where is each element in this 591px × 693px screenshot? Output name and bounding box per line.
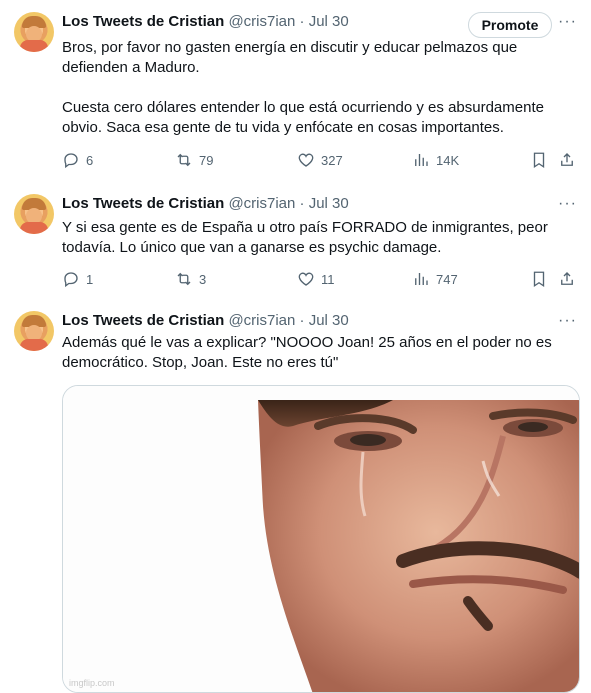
tweet-header: Los Tweets de Cristian @cris7ian · Jul 3…	[62, 311, 349, 331]
author-name[interactable]: Los Tweets de Cristian	[62, 195, 224, 212]
crying-man-image: imgflip.com	[63, 386, 579, 692]
repost-button[interactable]: 3	[175, 269, 206, 289]
tweet-1[interactable]: Los Tweets de Cristian @cris7ian · Jul 3…	[0, 0, 591, 180]
like-icon	[298, 272, 314, 286]
separator: ·	[299, 312, 305, 329]
reply-button[interactable]: 6	[62, 150, 93, 170]
tweet-text: Y si esa gente es de España u otro país …	[62, 219, 548, 256]
tweet-text: Además qué le vas a explicar? "NOOOO Joa…	[62, 334, 552, 371]
views-count: 14K	[436, 152, 460, 168]
tweet-header: Los Tweets de Cristian @cris7ian · Jul 3…	[62, 194, 349, 214]
reply-button[interactable]: 1	[62, 269, 93, 289]
like-count: 327	[321, 152, 343, 168]
media-watermark: imgflip.com	[69, 678, 115, 688]
tweet-2[interactable]: Los Tweets de Cristian @cris7ian · Jul 3…	[0, 182, 591, 302]
bookmark-icon	[533, 152, 545, 169]
reply-icon	[64, 272, 78, 288]
bookmark-button[interactable]	[530, 269, 548, 289]
avatar[interactable]	[14, 12, 54, 52]
author-handle[interactable]: @cris7ian	[228, 195, 295, 212]
avatar[interactable]	[14, 194, 54, 234]
share-button[interactable]	[558, 269, 576, 289]
like-button[interactable]: 327	[297, 150, 343, 170]
tweet-date[interactable]: Jul 30	[309, 13, 349, 30]
separator: ·	[299, 13, 305, 30]
like-button[interactable]: 11	[297, 269, 335, 289]
repost-count: 3	[199, 271, 207, 287]
reply-count: 6	[86, 152, 94, 168]
reply-count: 1	[86, 271, 94, 287]
separator: ·	[299, 195, 305, 212]
author-handle[interactable]: @cris7ian	[228, 312, 295, 329]
tweet-date[interactable]: Jul 30	[309, 312, 349, 329]
tweet-media-image[interactable]: imgflip.com	[62, 385, 580, 693]
tweet-actions: 1 3 11 747	[62, 269, 578, 289]
more-icon[interactable]: ···	[558, 196, 577, 212]
views-icon	[415, 154, 428, 166]
author-name[interactable]: Los Tweets de Cristian	[62, 13, 224, 30]
share-icon	[561, 272, 573, 285]
bookmark-icon	[533, 271, 545, 288]
repost-button[interactable]: 79	[175, 150, 213, 170]
tweet-date[interactable]: Jul 30	[309, 195, 349, 212]
author-handle[interactable]: @cris7ian	[228, 13, 295, 30]
views-icon	[415, 273, 428, 285]
more-icon[interactable]: ···	[558, 14, 577, 30]
share-button[interactable]	[558, 150, 576, 170]
views-button[interactable]: 747	[412, 269, 458, 289]
more-icon[interactable]: ···	[558, 313, 577, 329]
views-button[interactable]: 14K	[412, 150, 459, 170]
views-count: 747	[436, 271, 458, 287]
share-icon	[561, 153, 573, 166]
tweet-text: Bros, por favor no gasten energía en dis…	[62, 39, 544, 136]
tweet-header: Los Tweets de Cristian @cris7ian · Jul 3…	[62, 12, 349, 32]
promote-button[interactable]: Promote	[468, 12, 552, 38]
like-icon	[298, 153, 314, 167]
like-count: 11	[321, 271, 335, 287]
avatar[interactable]	[14, 311, 54, 351]
repost-count: 79	[199, 152, 214, 168]
repost-icon	[177, 153, 191, 167]
tweet-actions: 6 79 327 14K	[62, 150, 578, 170]
repost-icon	[177, 272, 191, 286]
reply-icon	[64, 153, 78, 169]
author-name[interactable]: Los Tweets de Cristian	[62, 312, 224, 329]
bookmark-button[interactable]	[530, 150, 548, 170]
